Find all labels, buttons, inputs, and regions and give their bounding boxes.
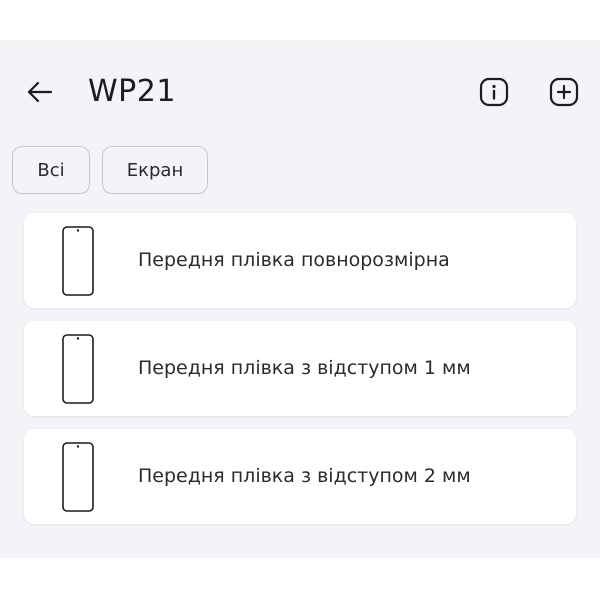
phone-outline-icon	[60, 441, 96, 513]
filter-chip-screen[interactable]: Екран	[102, 146, 208, 194]
add-button[interactable]	[542, 70, 586, 114]
app-screen: WP21 Всі Екран Передня плівка повнорозмі…	[0, 40, 600, 558]
list-item-label: Передня плівка з відступом 1 мм	[138, 357, 471, 379]
phone-outline-icon	[60, 333, 96, 405]
top-app-bar: WP21	[0, 40, 600, 140]
protection-film-list: Передня плівка повнорозмірна Передня плі…	[24, 213, 576, 537]
add-icon	[549, 77, 579, 107]
back-button[interactable]	[18, 70, 62, 114]
list-item[interactable]: Передня плівка повнорозмірна	[24, 213, 576, 308]
info-icon	[479, 77, 509, 107]
info-button[interactable]	[472, 70, 516, 114]
list-item-label: Передня плівка з відступом 2 мм	[138, 465, 471, 487]
list-item[interactable]: Передня плівка з відступом 1 мм	[24, 321, 576, 416]
page-title: WP21	[88, 74, 176, 109]
list-item-label: Передня плівка повнорозмірна	[138, 249, 450, 271]
filter-chips: Всі Екран	[12, 146, 208, 198]
filter-chip-all[interactable]: Всі	[12, 146, 90, 194]
arrow-left-icon	[27, 81, 53, 103]
phone-outline-icon	[60, 225, 96, 297]
list-item[interactable]: Передня плівка з відступом 2 мм	[24, 429, 576, 524]
